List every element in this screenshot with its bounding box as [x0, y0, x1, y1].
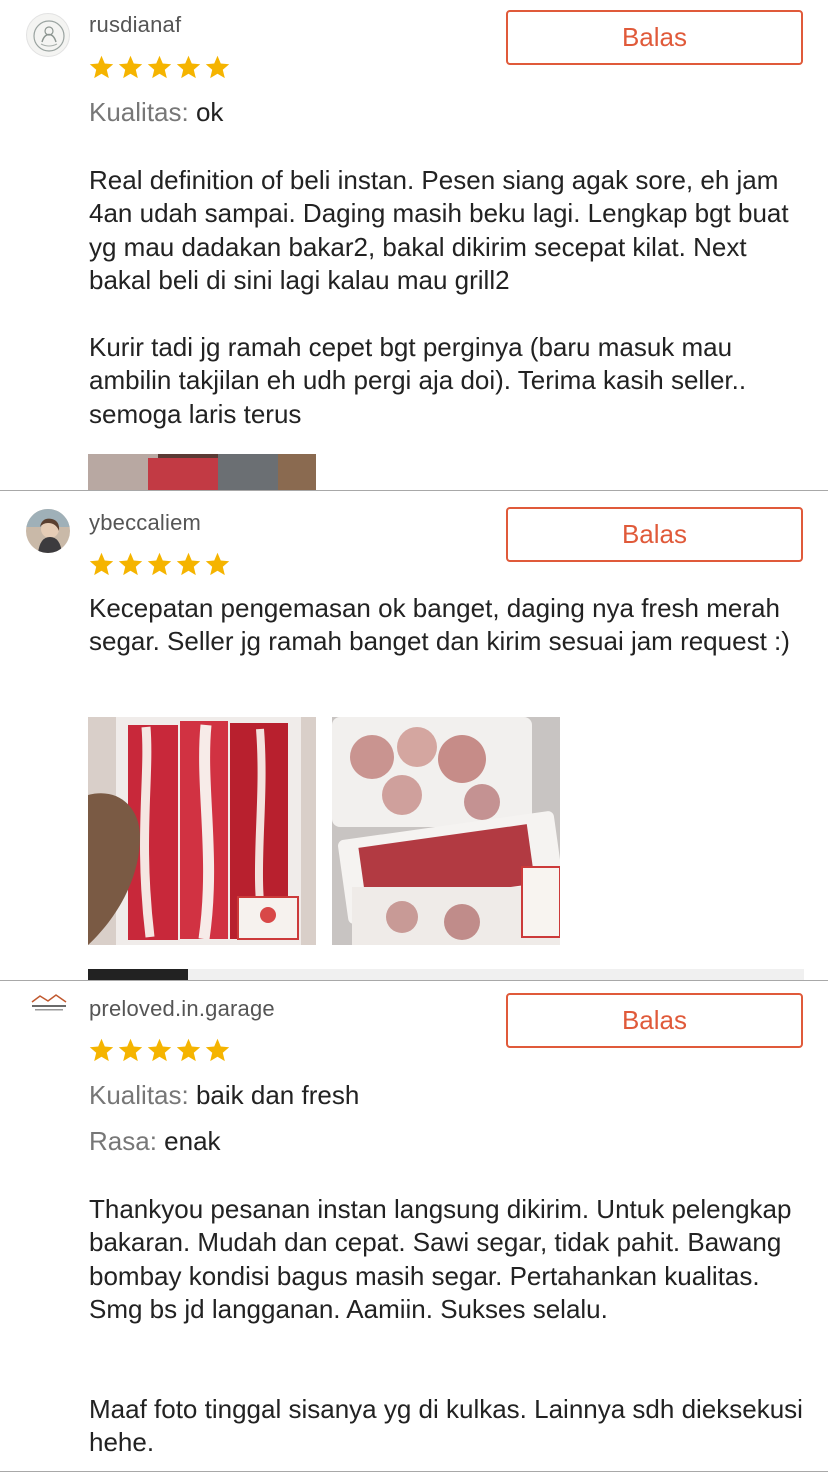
- reviewer-username[interactable]: preloved.in.garage: [89, 996, 275, 1022]
- attribute-label: Kualitas:: [89, 97, 189, 127]
- attribute-label: Kualitas:: [89, 1080, 189, 1110]
- meat-tray-photo-image: [332, 717, 560, 945]
- review-text: Kecepatan pengemasan ok banget, daging n…: [89, 593, 790, 657]
- meat-tray-photo-image: [88, 717, 316, 945]
- star-icon: [89, 55, 114, 79]
- star-icon: [118, 1038, 143, 1062]
- review-card: preloved.in.garage Balas Kualitas: baik …: [0, 981, 828, 1472]
- review-card: rusdianaf Balas Kualitas: ok Real defini…: [0, 0, 828, 490]
- shop-avatar[interactable]: [26, 990, 72, 1020]
- star-rating: [88, 54, 231, 82]
- attribute-label: Rasa:: [89, 1126, 157, 1156]
- review-photo[interactable]: [332, 717, 560, 945]
- reply-button[interactable]: Balas: [506, 507, 803, 562]
- star-icon: [205, 552, 230, 576]
- photo-strip: [88, 969, 804, 980]
- review-photo[interactable]: [88, 454, 316, 490]
- star-icon: [118, 55, 143, 79]
- star-icon: [205, 55, 230, 79]
- star-icon: [176, 1038, 201, 1062]
- star-icon: [147, 552, 172, 576]
- review-photo[interactable]: [88, 717, 316, 945]
- reviewer-username[interactable]: rusdianaf: [89, 12, 181, 38]
- star-icon: [176, 552, 201, 576]
- star-icon: [89, 552, 114, 576]
- avatar-photo-icon: [26, 509, 70, 553]
- review-text: Real definition of beli instan. Pesen si…: [89, 165, 789, 295]
- star-icon: [205, 1038, 230, 1062]
- star-icon: [89, 1038, 114, 1062]
- star-icon: [176, 55, 201, 79]
- attribute-value: baik dan fresh: [195, 1080, 360, 1110]
- review-text: Kurir tadi jg ramah cepet bgt perginya (…: [89, 332, 747, 429]
- shop-logo-icon: [26, 990, 72, 1020]
- reviewer-username[interactable]: ybeccaliem: [89, 510, 201, 536]
- reply-button[interactable]: Balas: [506, 993, 803, 1048]
- attribute-taste: Rasa: enak: [89, 1126, 221, 1157]
- review-text: Maaf foto tinggal sisanya yg di kulkas. …: [89, 1394, 803, 1458]
- star-rating: [88, 1037, 231, 1065]
- star-icon: [147, 1038, 172, 1062]
- review-card: ybeccaliem Balas Kecepatan pengemasan ok…: [0, 491, 828, 980]
- reply-button[interactable]: Balas: [506, 10, 803, 65]
- attribute-quality: Kualitas: ok: [89, 97, 223, 128]
- meat-photo-image: [88, 454, 316, 490]
- attribute-value: enak: [164, 1126, 221, 1156]
- user-avatar[interactable]: [26, 13, 70, 57]
- video-thumbnail[interactable]: [88, 969, 188, 980]
- star-icon: [118, 552, 143, 576]
- attribute-quality: Kualitas: baik dan fresh: [89, 1080, 359, 1111]
- avatar-logo-icon: [33, 20, 65, 52]
- review-text: Thankyou pesanan instan langsung dikirim…: [89, 1194, 792, 1324]
- star-icon: [147, 55, 172, 79]
- attribute-value: ok: [195, 97, 224, 127]
- star-rating: [88, 551, 231, 579]
- user-avatar[interactable]: [26, 509, 70, 553]
